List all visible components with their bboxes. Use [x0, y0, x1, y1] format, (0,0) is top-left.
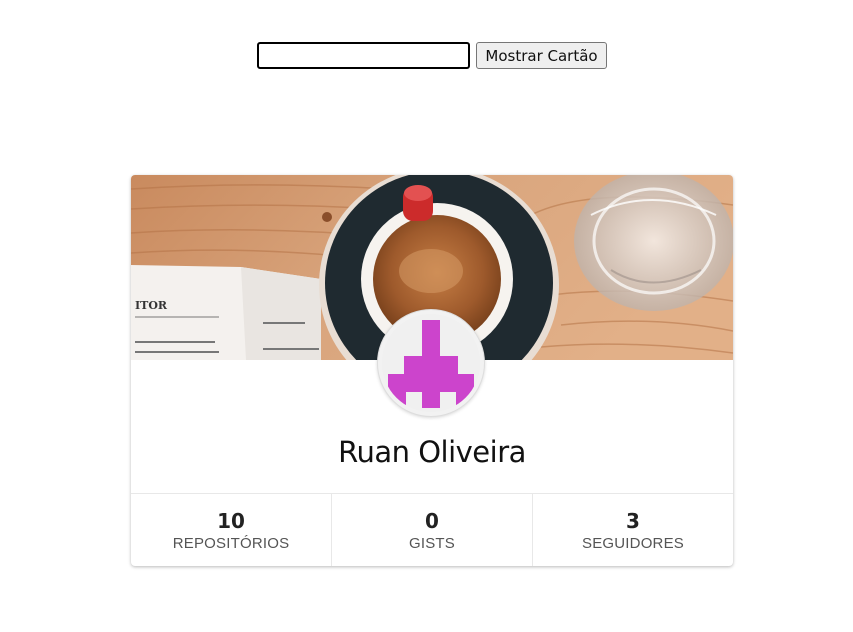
show-card-button[interactable]: Mostrar Cartão — [476, 42, 607, 69]
stat-label: SEGUIDORES — [581, 535, 685, 552]
stats-row: 10 REPOSITÓRIOS 0 GISTS 3 SEGUIDORES — [131, 493, 733, 566]
search-bar: Mostrar Cartão — [257, 42, 607, 69]
stat-followers: 3 SEGUIDORES — [533, 494, 733, 566]
identicon-icon — [382, 314, 480, 412]
stat-label: GISTS — [408, 535, 455, 552]
profile-name: Ruan Oliveira — [338, 435, 526, 469]
avatar — [377, 309, 485, 417]
stat-value: 3 — [626, 509, 640, 533]
stat-value: 10 — [217, 509, 245, 533]
stat-gists: 0 GISTS — [332, 494, 533, 566]
stat-repositories: 10 REPOSITÓRIOS — [131, 494, 332, 566]
profile-card: ITOR Ruan Oliveira 10 REPOSITÓRIOS 0 GIS… — [131, 175, 733, 566]
identicon — [382, 314, 480, 412]
username-input[interactable] — [257, 42, 470, 69]
stat-value: 0 — [425, 509, 439, 533]
svg-text:ITOR: ITOR — [135, 299, 168, 312]
stat-label: REPOSITÓRIOS — [172, 535, 290, 552]
